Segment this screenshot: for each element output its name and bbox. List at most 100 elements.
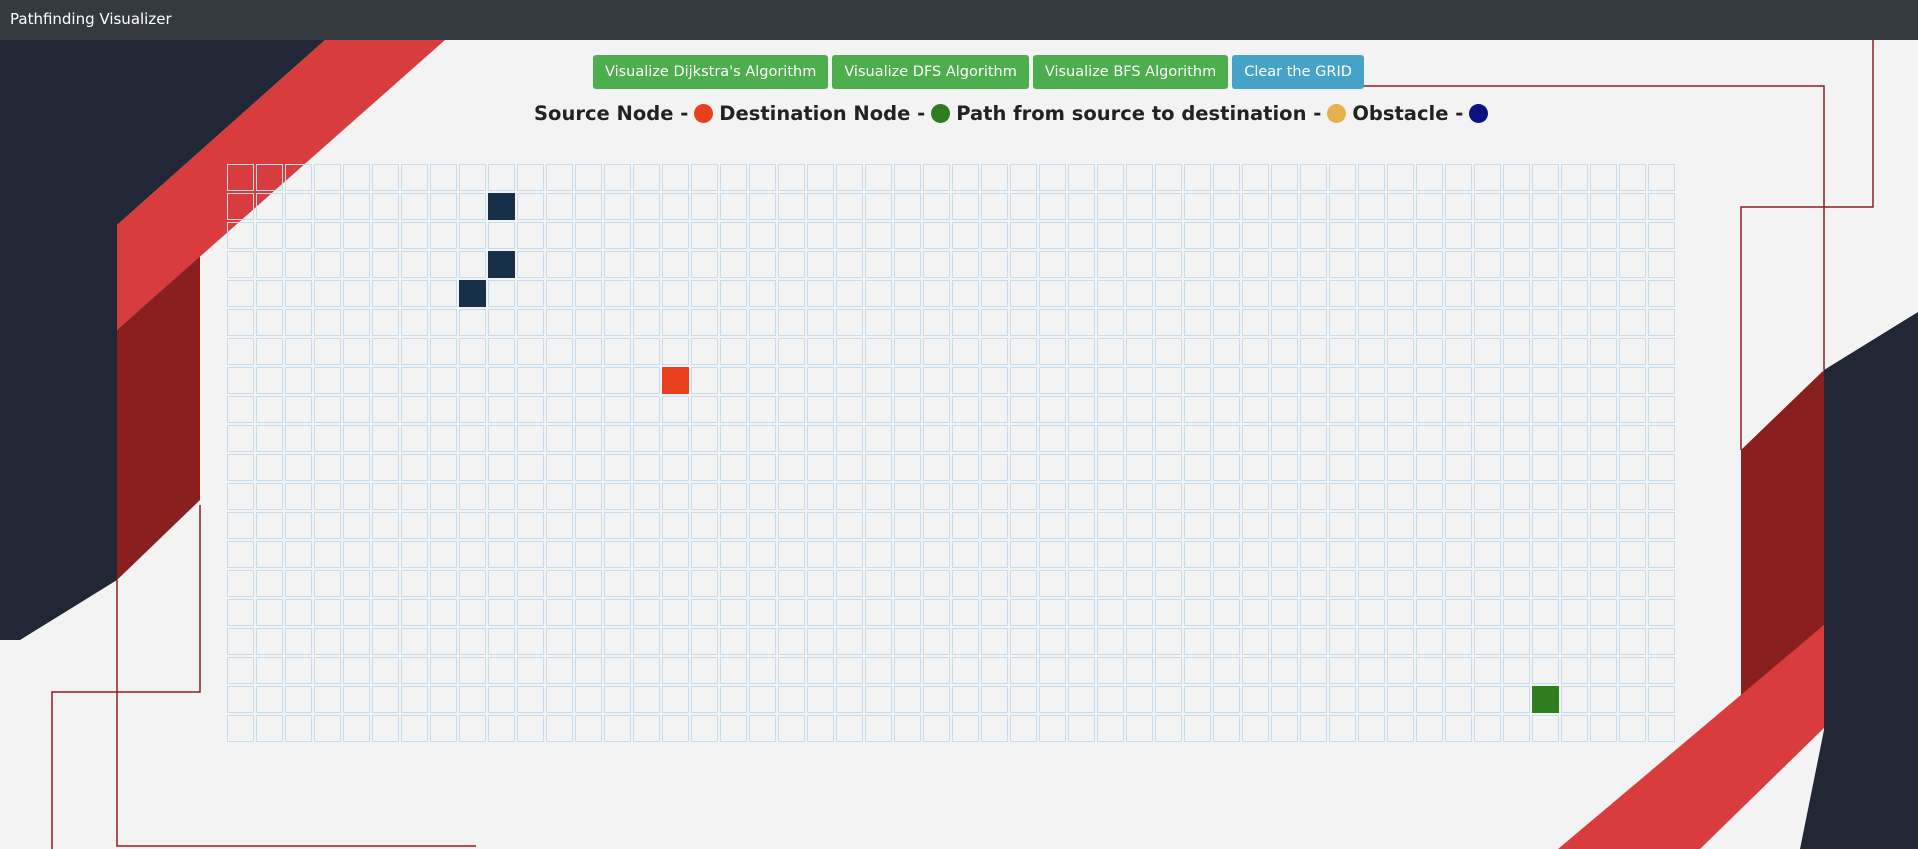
- grid-cell[interactable]: [343, 396, 370, 423]
- grid-cell[interactable]: [314, 309, 341, 336]
- grid-cell[interactable]: [836, 193, 863, 220]
- grid-cell[interactable]: [1068, 425, 1095, 452]
- grid-cell[interactable]: [1155, 715, 1182, 742]
- grid-cell[interactable]: [343, 512, 370, 539]
- grid-cell[interactable]: [778, 338, 805, 365]
- grid-cell[interactable]: [894, 367, 921, 394]
- grid-cell[interactable]: [1097, 541, 1124, 568]
- grid-cell[interactable]: [517, 338, 544, 365]
- grid-cell[interactable]: [1329, 338, 1356, 365]
- grid-cell[interactable]: [1387, 657, 1414, 684]
- grid-cell[interactable]: [1184, 164, 1211, 191]
- grid-cell[interactable]: [952, 309, 979, 336]
- grid-cell[interactable]: [952, 512, 979, 539]
- grid-cell[interactable]: [1097, 715, 1124, 742]
- grid-cell[interactable]: [836, 512, 863, 539]
- grid-cell[interactable]: [1648, 454, 1675, 481]
- grid-cell[interactable]: [285, 686, 312, 713]
- visualize-bfs-button[interactable]: Visualize BFS Algorithm: [1032, 55, 1229, 89]
- grid-cell[interactable]: [1503, 599, 1530, 626]
- grid-cell[interactable]: [1648, 164, 1675, 191]
- grid-cell[interactable]: [778, 251, 805, 278]
- grid-cell[interactable]: [1242, 570, 1269, 597]
- grid-cell[interactable]: [1097, 396, 1124, 423]
- grid-cell[interactable]: [1387, 454, 1414, 481]
- grid-cell[interactable]: [430, 280, 457, 307]
- grid-cell[interactable]: [1068, 599, 1095, 626]
- grid-cell[interactable]: [372, 570, 399, 597]
- grid-cell[interactable]: [1503, 483, 1530, 510]
- grid-cell[interactable]: [633, 686, 660, 713]
- grid-cell[interactable]: [952, 628, 979, 655]
- grid-cell[interactable]: [227, 425, 254, 452]
- grid-cell[interactable]: [1068, 193, 1095, 220]
- grid-cell[interactable]: [923, 338, 950, 365]
- grid-cell[interactable]: [227, 628, 254, 655]
- grid-cell[interactable]: [488, 715, 515, 742]
- grid-cell[interactable]: [1445, 686, 1472, 713]
- grid-cell[interactable]: [314, 193, 341, 220]
- grid-cell[interactable]: [1532, 309, 1559, 336]
- grid-cell[interactable]: [430, 425, 457, 452]
- grid-cell[interactable]: [981, 570, 1008, 597]
- grid-cell[interactable]: [604, 715, 631, 742]
- grid-cell[interactable]: [1648, 309, 1675, 336]
- grid-cell[interactable]: [343, 715, 370, 742]
- grid-cell[interactable]: [1590, 570, 1617, 597]
- grid-cell[interactable]: [1097, 570, 1124, 597]
- grid-cell[interactable]: [807, 251, 834, 278]
- grid-cell[interactable]: [981, 396, 1008, 423]
- grid-cell[interactable]: [1097, 512, 1124, 539]
- grid-cell[interactable]: [1126, 657, 1153, 684]
- grid-cell[interactable]: [981, 541, 1008, 568]
- grid-cell[interactable]: [372, 657, 399, 684]
- grid-cell[interactable]: [1590, 686, 1617, 713]
- grid-cell[interactable]: [459, 251, 486, 278]
- grid-cell[interactable]: [1445, 512, 1472, 539]
- grid-cell[interactable]: [1619, 396, 1646, 423]
- grid-cell[interactable]: [1503, 425, 1530, 452]
- grid-cell[interactable]: [720, 541, 747, 568]
- grid-cell[interactable]: [807, 599, 834, 626]
- grid-cell[interactable]: [633, 396, 660, 423]
- grid-cell[interactable]: [633, 338, 660, 365]
- grid-cell[interactable]: [1213, 657, 1240, 684]
- grid-cell[interactable]: [1184, 715, 1211, 742]
- grid-cell[interactable]: [952, 715, 979, 742]
- grid-cell[interactable]: [1387, 193, 1414, 220]
- grid-cell[interactable]: [691, 570, 718, 597]
- grid-cell[interactable]: [459, 222, 486, 249]
- grid-cell[interactable]: [285, 483, 312, 510]
- grid-cell[interactable]: [1300, 280, 1327, 307]
- grid-cell[interactable]: [459, 454, 486, 481]
- grid-cell[interactable]: [1590, 657, 1617, 684]
- grid-cell[interactable]: [662, 222, 689, 249]
- grid-cell[interactable]: [981, 280, 1008, 307]
- grid-cell[interactable]: [691, 251, 718, 278]
- grid-cell[interactable]: [1213, 541, 1240, 568]
- grid-cell[interactable]: [1387, 512, 1414, 539]
- grid-cell[interactable]: [1445, 657, 1472, 684]
- grid-cell[interactable]: [923, 454, 950, 481]
- grid-cell[interactable]: [1010, 715, 1037, 742]
- grid-cell[interactable]: [1329, 367, 1356, 394]
- destination-node-cell[interactable]: [1532, 686, 1559, 713]
- grid-cell[interactable]: [1010, 454, 1037, 481]
- grid-cell[interactable]: [691, 309, 718, 336]
- grid-cell[interactable]: [633, 570, 660, 597]
- grid-cell[interactable]: [1532, 222, 1559, 249]
- grid-cell[interactable]: [1416, 338, 1443, 365]
- grid-cell[interactable]: [1242, 628, 1269, 655]
- grid-cell[interactable]: [720, 454, 747, 481]
- grid-cell[interactable]: [401, 193, 428, 220]
- grid-cell[interactable]: [1271, 512, 1298, 539]
- visualize-dfs-button[interactable]: Visualize DFS Algorithm: [832, 55, 1029, 89]
- grid-cell[interactable]: [952, 367, 979, 394]
- grid-cell[interactable]: [1271, 280, 1298, 307]
- grid-cell[interactable]: [256, 483, 283, 510]
- grid-cell[interactable]: [430, 222, 457, 249]
- grid-cell[interactable]: [1184, 367, 1211, 394]
- grid-cell[interactable]: [285, 715, 312, 742]
- grid-cell[interactable]: [749, 280, 776, 307]
- grid-cell[interactable]: [836, 251, 863, 278]
